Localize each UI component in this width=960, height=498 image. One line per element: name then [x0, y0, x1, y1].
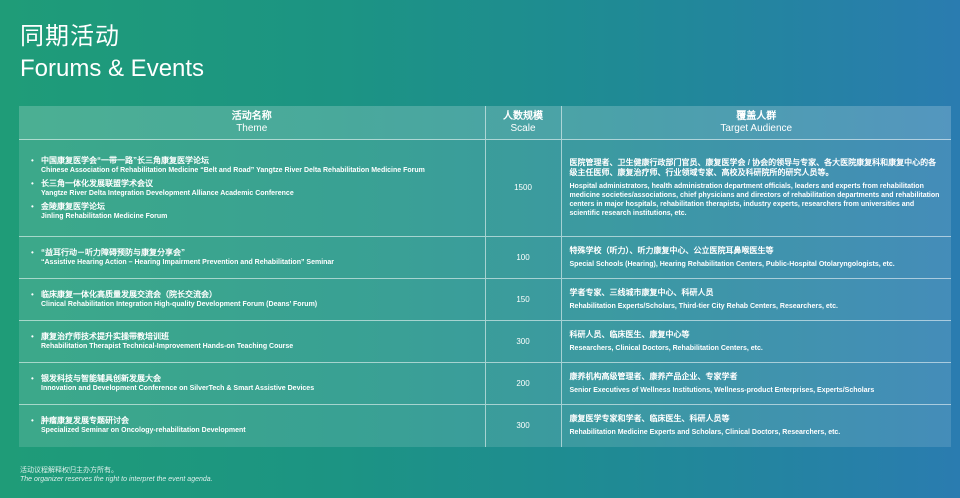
table-row: • 临床康复一体化高质量发展交流会（院长交流会） Clinical Rehabi…	[19, 278, 951, 321]
column-header-en: Target Audience	[720, 123, 793, 134]
table-row: • 银发科技与智能辅具创新发展大会 Innovation and Develop…	[19, 362, 951, 405]
theme-name-en: “Assistive Hearing Action – Hearing Impa…	[41, 259, 335, 266]
audience-en: Hospital administrators, health administ…	[569, 183, 940, 217]
theme-name-cn: 金陵康复医学论坛	[41, 201, 105, 211]
audience-cell: 科研人员、临床医生、康复中心等 Researchers, Clinical Do…	[561, 320, 951, 363]
theme-name-cn: 中国康复医学会“一带一路”长三角康复医学论坛	[41, 155, 209, 165]
bullet-icon: •	[31, 155, 34, 165]
audience-cn: 康养机构高级管理者、康养产品企业、专家学者	[569, 372, 738, 381]
theme-name-cn: 肿瘤康复发展专题研讨会	[41, 416, 129, 426]
column-header-cn: 人数规模	[503, 111, 543, 122]
table-row: • 中国康复医学会“一带一路”长三角康复医学论坛 Chinese Associa…	[19, 139, 951, 237]
audience-cn: 医院管理者、卫生健康行政部门官员、康复医学会 / 协会的领导与专家、各大医院康复…	[569, 158, 937, 177]
audience-en: Researchers, Clinical Doctors, Rehabilit…	[569, 345, 763, 352]
scale-cell: 1500	[485, 139, 562, 237]
audience-cell: 学者专家、三线城市康复中心、科研人员 Rehabilitation Expert…	[561, 278, 951, 321]
theme-item: • 康复治疗师技术提升实操带教培训班 Rehabilitation Therap…	[31, 332, 479, 351]
theme-name-en: Yangtze River Delta Integration Developm…	[41, 189, 294, 197]
bullet-icon: •	[31, 178, 34, 188]
audience-en: Rehabilitation Experts/Scholars, Third-t…	[569, 303, 838, 310]
table-row: • 康复治疗师技术提升实操带教培训班 Rehabilitation Therap…	[19, 320, 951, 363]
page-header: 同期活动 Forums & Events	[20, 22, 204, 84]
theme-name-en: Chinese Association of Rehabilitation Me…	[41, 166, 425, 174]
audience-en: Senior Executives of Wellness Institutio…	[569, 387, 875, 394]
theme-item: • 临床康复一体化高质量发展交流会（院长交流会） Clinical Rehabi…	[31, 290, 479, 309]
bullet-icon: •	[31, 332, 34, 341]
column-header-en: Theme	[236, 123, 268, 134]
theme-name-cn: 康复治疗师技术提升实操带教培训班	[41, 332, 169, 341]
theme-item: • 中国康复医学会“一带一路”长三角康复医学论坛 Chinese Associa…	[31, 156, 479, 175]
page-title-cn: 同期活动	[20, 23, 120, 50]
audience-cn: 特殊学校（听力）、听力康复中心、公立医院耳鼻喉医生等	[569, 246, 774, 255]
column-header-cn: 活动名称	[231, 111, 272, 122]
theme-name-en: Jinling Rehabilitation Medicine Forum	[41, 212, 168, 220]
bullet-icon: •	[31, 290, 34, 299]
theme-item: • 肿瘤康复发展专题研讨会 Specialized Seminar on Onc…	[31, 416, 479, 435]
theme-name-cn: 临床康复一体化高质量发展交流会（院长交流会）	[41, 290, 217, 299]
scale-cell: 100	[485, 236, 562, 279]
audience-cell: 康复医学专家和学者、临床医生、科研人员等 Rehabilitation Medi…	[561, 404, 951, 447]
theme-name-en: Clinical Rehabilitation Integration High…	[41, 301, 318, 308]
scale-cell: 300	[485, 320, 562, 363]
column-header-audience: 覆盖人群 Target Audience	[561, 106, 951, 140]
theme-name-en: Specialized Seminar on Oncology-rehabili…	[41, 427, 246, 435]
column-header-cn: 覆盖人群	[736, 111, 777, 122]
theme-cell: • 临床康复一体化高质量发展交流会（院长交流会） Clinical Rehabi…	[19, 278, 486, 321]
scale-cell: 150	[485, 278, 562, 321]
audience-cell: 康养机构高级管理者、康养产品企业、专家学者 Senior Executives …	[561, 362, 951, 405]
audience-cell: 医院管理者、卫生健康行政部门官员、康复医学会 / 协会的领导与专家、各大医院康复…	[561, 139, 951, 237]
audience-cn: 学者专家、三线城市康复中心、科研人员	[569, 288, 714, 297]
theme-name-en: Rehabilitation Therapist Technical-Impro…	[41, 343, 294, 350]
bullet-icon: •	[31, 416, 34, 426]
events-table: 活动名称 Theme 人数规模 Scale 覆盖人群 Target Audien…	[19, 106, 951, 447]
theme-name-en: Innovation and Development Conference on…	[41, 385, 315, 392]
theme-cell: • 中国康复医学会“一带一路”长三角康复医学论坛 Chinese Associa…	[19, 139, 486, 237]
scale-cell: 200	[485, 362, 562, 405]
bullet-icon: •	[31, 201, 34, 211]
footer-note: 活动议程解释权归主办方所有。 The organizer reserves th…	[20, 466, 213, 484]
footer-note-cn: 活动议程解释权归主办方所有。	[20, 467, 118, 474]
column-header-scale: 人数规模 Scale	[485, 106, 562, 140]
theme-cell: • 银发科技与智能辅具创新发展大会 Innovation and Develop…	[19, 362, 486, 405]
column-header-en: Scale	[510, 123, 536, 134]
page-title-en: Forums & Events	[20, 55, 205, 82]
table-row: • “益耳行动－听力障碍预防与康复分享会” “Assistive Hearing…	[19, 236, 951, 279]
audience-cell: 特殊学校（听力）、听力康复中心、公立医院耳鼻喉医生等 Special Schoo…	[561, 236, 951, 279]
theme-name-cn: 长三角一体化发展联盟学术会议	[41, 178, 153, 188]
footer-note-en: The organizer reserves the right to inte…	[20, 476, 213, 483]
table-header-row: 活动名称 Theme 人数规模 Scale 覆盖人群 Target Audien…	[19, 106, 951, 140]
audience-en: Rehabilitation Medicine Experts and Scho…	[569, 429, 841, 437]
theme-name-cn: “益耳行动－听力障碍预防与康复分享会”	[41, 248, 185, 257]
audience-en: Special Schools (Hearing), Hearing Rehab…	[569, 261, 895, 268]
theme-name-cn: 银发科技与智能辅具创新发展大会	[41, 374, 161, 383]
column-header-theme: 活动名称 Theme	[19, 106, 486, 140]
theme-item: • 银发科技与智能辅具创新发展大会 Innovation and Develop…	[31, 374, 479, 393]
scale-cell: 300	[485, 404, 562, 447]
audience-cn: 康复医学专家和学者、临床医生、科研人员等	[569, 414, 730, 424]
theme-cell: • “益耳行动－听力障碍预防与康复分享会” “Assistive Hearing…	[19, 236, 486, 279]
audience-cn: 科研人员、临床医生、康复中心等	[569, 330, 690, 339]
theme-cell: • 康复治疗师技术提升实操带教培训班 Rehabilitation Therap…	[19, 320, 486, 363]
table-row: • 肿瘤康复发展专题研讨会 Specialized Seminar on Onc…	[19, 404, 951, 447]
bullet-icon: •	[31, 248, 34, 257]
theme-cell: • 肿瘤康复发展专题研讨会 Specialized Seminar on Onc…	[19, 404, 486, 447]
theme-item: • 长三角一体化发展联盟学术会议 Yangtze River Delta Int…	[31, 179, 479, 198]
bullet-icon: •	[31, 374, 34, 383]
theme-item: • “益耳行动－听力障碍预防与康复分享会” “Assistive Hearing…	[31, 248, 479, 267]
theme-item: • 金陵康复医学论坛 Jinling Rehabilitation Medici…	[31, 202, 479, 221]
